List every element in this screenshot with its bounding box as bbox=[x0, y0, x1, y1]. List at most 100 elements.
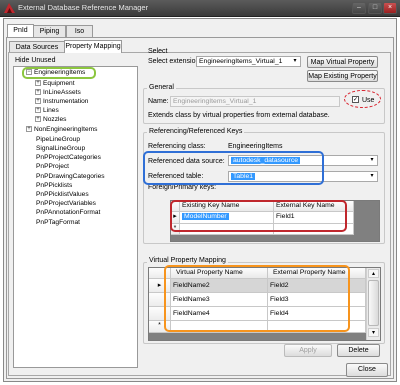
vpm-scrollbar[interactable]: ▴ ▾ bbox=[366, 268, 380, 340]
tab-pnid[interactable]: PnId bbox=[7, 24, 34, 37]
close-button[interactable]: Close bbox=[346, 363, 388, 377]
tab-iso[interactable]: Iso bbox=[66, 25, 93, 37]
referenced-data-source-combo[interactable]: autodesk_datasource ▾ bbox=[228, 155, 378, 166]
expand-icon[interactable]: + bbox=[35, 98, 41, 105]
dropdown-arrow-icon: ▾ bbox=[293, 58, 297, 64]
autocad-logo-icon bbox=[4, 3, 15, 13]
window-title: External Database Reference Manager bbox=[18, 3, 149, 12]
expand-icon[interactable]: + bbox=[35, 107, 41, 114]
close-icon: × bbox=[387, 4, 393, 11]
vpm-row-2-header[interactable] bbox=[149, 293, 171, 307]
tree-item-pipelinegroup[interactable]: PipeLineGroup bbox=[36, 136, 80, 144]
tree-item-nonengineeringitems[interactable]: + NonEngineeringItems bbox=[26, 126, 97, 134]
expand-icon[interactable]: + bbox=[35, 116, 41, 123]
keys-row-1-existing[interactable]: ModelNumber bbox=[180, 212, 274, 224]
tree-item-inlineassets[interactable]: + InLineAssets bbox=[35, 89, 81, 97]
tree-item-lines[interactable]: + Lines bbox=[35, 107, 59, 115]
vpm-group-title: Virtual Property Mapping bbox=[147, 257, 228, 264]
referencing-class-value: EngineeringItems bbox=[228, 143, 283, 150]
map-existing-property-button[interactable]: Map Existing Property bbox=[307, 70, 378, 82]
vpm-row-3-virtual[interactable]: FieldName4 bbox=[171, 307, 268, 321]
keys-header-external[interactable]: External Key Name bbox=[274, 201, 354, 212]
hide-unused-label: Hide Unused bbox=[15, 57, 56, 64]
vpm-row-1-virtual[interactable]: FieldName2 bbox=[171, 279, 268, 293]
referenced-table-label: Referenced table: bbox=[148, 173, 204, 180]
expand-icon[interactable]: + bbox=[35, 80, 41, 87]
maximize-button[interactable]: □ bbox=[368, 2, 382, 14]
current-row-icon[interactable]: ▸ bbox=[171, 212, 180, 224]
tree-item-engineeringitems[interactable]: − EngineeringItems bbox=[26, 69, 85, 77]
vpm-row-2-virtual[interactable]: FieldName3 bbox=[171, 293, 268, 307]
vpm-row-2-external[interactable]: Field3 bbox=[268, 293, 366, 307]
foreign-primary-keys-label: Foreign/Primary keys: bbox=[148, 184, 217, 191]
extends-description: Extends class by virtual properties from… bbox=[148, 112, 330, 119]
use-label: Use bbox=[362, 97, 375, 104]
referenced-table-value: Table1 bbox=[231, 173, 256, 180]
tab-property-mapping[interactable]: Property Mapping bbox=[64, 40, 122, 53]
tree-item-pnpprojectvariables[interactable]: PnPProjectVariables bbox=[36, 200, 96, 208]
use-checkbox[interactable]: ✓ bbox=[352, 96, 359, 103]
referenced-data-source-label: Referenced data source: bbox=[148, 158, 225, 165]
tree-item-pnpdrawingcategories[interactable]: PnPDrawingCategories bbox=[36, 173, 105, 181]
keys-new-row-external[interactable] bbox=[274, 224, 354, 235]
scroll-thumb[interactable] bbox=[368, 280, 379, 326]
new-row-icon[interactable]: * bbox=[149, 321, 171, 333]
dropdown-arrow-icon: ▾ bbox=[370, 157, 374, 163]
select-extension-value: EngineeringItems_Virtual_1 bbox=[199, 58, 283, 65]
tree-item-pnptagformat[interactable]: PnPTagFormat bbox=[36, 219, 80, 227]
dropdown-arrow-icon: ▾ bbox=[370, 173, 374, 179]
name-field[interactable]: EngineeringItems_Virtual_1 bbox=[170, 96, 340, 107]
tree-item-equipment[interactable]: + Equipment bbox=[35, 80, 75, 88]
minimize-button[interactable]: – bbox=[352, 2, 366, 14]
tab-property-mapping-label: Property Mapping bbox=[65, 43, 121, 50]
referenced-data-source-value: autodesk_datasource bbox=[231, 157, 300, 164]
vpm-header-virtual[interactable]: Virtual Property Name bbox=[171, 268, 268, 279]
select-extension-combo[interactable]: EngineeringItems_Virtual_1 ▾ bbox=[196, 56, 301, 67]
apply-button[interactable]: Apply bbox=[284, 344, 332, 357]
tree-item-instrumentation[interactable]: + Instrumentation bbox=[35, 98, 88, 106]
delete-button[interactable]: Delete bbox=[337, 344, 380, 357]
keys-grid-corner bbox=[171, 201, 180, 212]
vpm-row-1-external[interactable]: Field2 bbox=[268, 279, 366, 293]
tab-piping-label: Piping bbox=[39, 28, 60, 35]
vpm-grid-corner bbox=[149, 268, 171, 279]
vpm-row-3-external[interactable]: Field4 bbox=[268, 307, 366, 321]
select-extension-label: Select extension bbox=[148, 58, 200, 65]
tree-item-pnpproject[interactable]: PnPProject bbox=[36, 163, 69, 171]
keys-group-title: Referencing/Referenced Keys bbox=[147, 128, 245, 135]
general-group-title: General bbox=[147, 84, 176, 91]
vpm-row-3-header[interactable] bbox=[149, 307, 171, 321]
tree-item-pnppicklistvalues[interactable]: PnPPicklistValues bbox=[36, 191, 89, 199]
title-bar: External Database Reference Manager – □ … bbox=[0, 0, 400, 17]
scroll-up-arrow-icon[interactable]: ▴ bbox=[368, 269, 379, 278]
vpm-new-row-external[interactable] bbox=[268, 321, 366, 333]
class-tree[interactable] bbox=[13, 66, 138, 368]
expand-icon[interactable]: + bbox=[35, 89, 41, 96]
select-group-title: Select bbox=[148, 48, 168, 55]
tree-item-signallinegroup[interactable]: SignalLineGroup bbox=[36, 145, 85, 153]
new-row-icon[interactable]: * bbox=[171, 224, 180, 235]
vpm-new-row-virtual[interactable] bbox=[171, 321, 268, 333]
tab-iso-label: Iso bbox=[74, 28, 85, 35]
tab-pnid-label: PnId bbox=[13, 27, 28, 34]
scroll-down-arrow-icon[interactable]: ▾ bbox=[368, 328, 379, 337]
collapse-icon[interactable]: − bbox=[26, 69, 32, 76]
referenced-table-combo[interactable]: Table1 ▾ bbox=[228, 171, 378, 182]
tab-piping[interactable]: Piping bbox=[33, 25, 66, 37]
map-virtual-property-button[interactable]: Map Virtual Property bbox=[307, 56, 378, 68]
maximize-icon: □ bbox=[372, 4, 378, 11]
referencing-class-label: Referencing class: bbox=[148, 143, 206, 150]
current-row-icon[interactable]: ▸ bbox=[149, 279, 171, 293]
keys-header-existing[interactable]: Existing Key Name bbox=[180, 201, 274, 212]
tree-item-pnpannotationformat[interactable]: PnPAnnotationFormat bbox=[36, 209, 100, 217]
vpm-header-external[interactable]: External Property Name bbox=[268, 268, 366, 279]
tree-item-pnpprojectcategories[interactable]: PnPProjectCategories bbox=[36, 154, 101, 162]
minimize-icon: – bbox=[357, 4, 361, 11]
keys-row-1-external[interactable]: Field1 bbox=[274, 212, 354, 224]
tree-item-nozzles[interactable]: + Nozzles bbox=[35, 116, 66, 124]
tab-data-sources-label: Data Sources bbox=[15, 44, 59, 51]
expand-icon[interactable]: + bbox=[26, 126, 32, 133]
tree-item-pnppicklists[interactable]: PnPPicklists bbox=[36, 182, 72, 190]
close-window-button[interactable]: × bbox=[383, 2, 397, 14]
keys-new-row-existing[interactable] bbox=[180, 224, 274, 235]
